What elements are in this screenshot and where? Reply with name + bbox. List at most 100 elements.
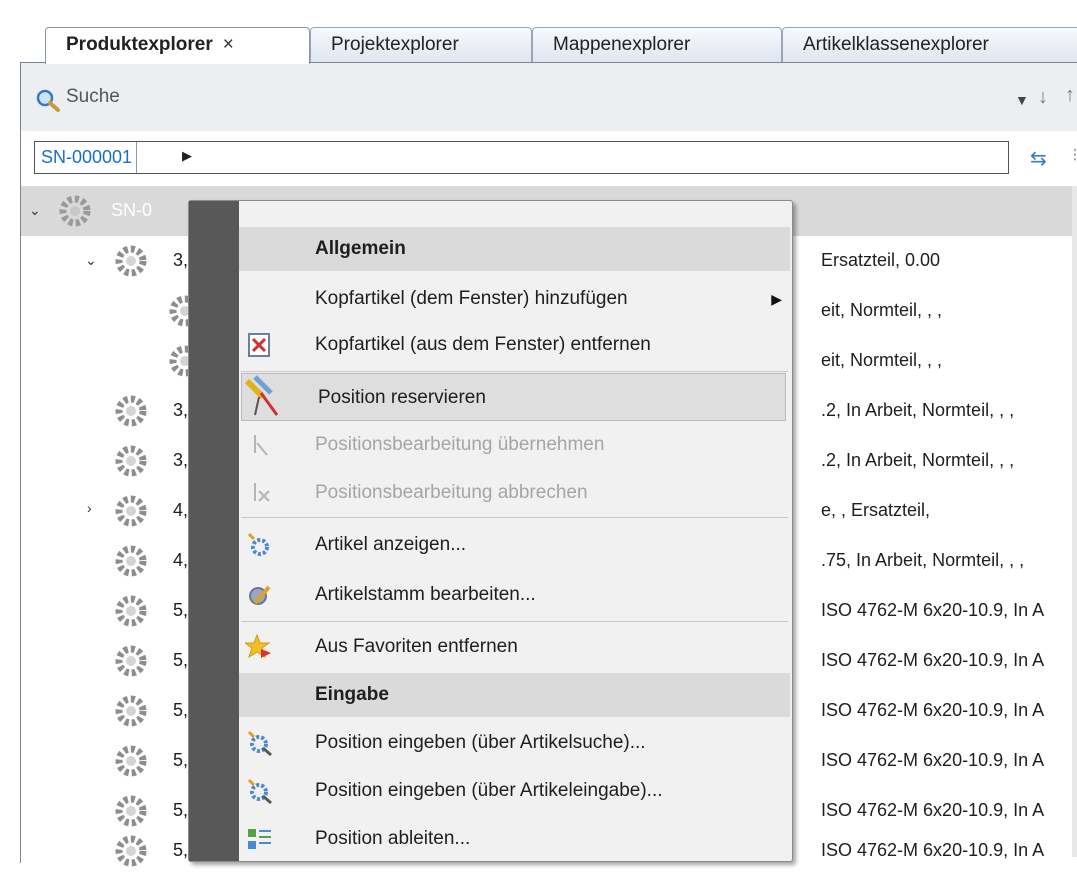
menu-item-label: Positionsbearbeitung abbrechen (315, 482, 588, 503)
tab-close-icon[interactable]: × (223, 34, 234, 55)
menu-separator (241, 517, 788, 518)
gear-icon (115, 545, 147, 577)
menu-item-add-head-item[interactable]: Kopfartikel (dem Fenster) hinzufügen ▶ (239, 275, 790, 323)
tree-node-detail: ISO 4762-M 6x20-10.9, In A (821, 840, 1045, 860)
options-icon[interactable]: ⋮ (1068, 146, 1077, 163)
menu-item-reserve-position[interactable]: Position reservieren (241, 373, 786, 421)
tab-produktexplorer[interactable]: Produktexplorer × (45, 27, 310, 64)
window-top-strip (0, 0, 1077, 22)
remove-item-icon (248, 333, 270, 357)
menu-item-enter-via-search[interactable]: Position eingeben (über Artikelsuche)... (239, 719, 790, 767)
menu-item-enter-via-input[interactable]: Position eingeben (über Artikeleingabe).… (239, 767, 790, 815)
tree-node-label: 5, (173, 600, 189, 620)
tree-node-label: 5, (173, 840, 189, 860)
tree-node-label: 5, (173, 800, 189, 820)
menu-item-derive-position[interactable]: Position ableiten... (239, 815, 790, 863)
tree-node-detail: ISO 4762-M 6x20-10.9, In A (821, 800, 1045, 820)
tree-node-label: SN-0 (111, 200, 153, 220)
chevron-right-icon[interactable]: › (87, 500, 92, 516)
tab-bar: Artikelklassenexplorer Mappenexplorer Pr… (0, 22, 1077, 64)
gear-icon (115, 745, 147, 777)
path-input[interactable] (34, 141, 1009, 174)
menu-item-remove-head-item[interactable]: Kopfartikel (aus dem Fenster) entfernen (239, 321, 790, 369)
menu-item-label: Kopfartikel (dem Fenster) hinzufügen (315, 288, 628, 309)
enter-search-icon (247, 730, 272, 757)
menu-item-show-item[interactable]: Artikel anzeigen... (239, 521, 790, 569)
sync-icon[interactable]: ⇆ (1030, 146, 1047, 171)
menu-section-header: Eingabe (239, 673, 790, 717)
tree-scrollbar[interactable] (1072, 186, 1077, 857)
tree-node-detail: .2, In Arbeit, Normteil, , , (821, 450, 1015, 470)
menu-separator (241, 621, 788, 622)
edit-master-icon (249, 585, 271, 605)
search-toolbar (21, 63, 1077, 131)
menu-item-edit-item-master[interactable]: Artikelstamm bearbeiten... (239, 571, 790, 619)
tab-artikelklassenexplorer[interactable]: Artikelklassenexplorer (782, 27, 1077, 62)
tab-label: Mappenexplorer (553, 34, 691, 55)
tree-node-detail: ISO 4762-M 6x20-10.9, In A (821, 700, 1045, 720)
chevron-down-icon[interactable]: ▼ (1015, 92, 1029, 108)
tab-label: Projektexplorer (331, 34, 459, 55)
tree-node-detail: eit, Normteil, , , (821, 350, 943, 370)
gear-icon (115, 695, 147, 727)
menu-item-remove-favorite[interactable]: Aus Favoriten entfernen (239, 623, 790, 671)
gear-icon (115, 595, 147, 627)
gear-icon (115, 395, 147, 427)
tree-node-label: 3, (173, 250, 189, 270)
tree-node-detail: eit, Normteil, , , (821, 300, 943, 320)
tree-node-label: 3, (173, 450, 189, 470)
menu-item-label: Aus Favoriten entfernen (315, 636, 518, 657)
breadcrumb-item[interactable]: SN-000001 (35, 142, 138, 173)
tab-label: Produktexplorer (66, 34, 213, 55)
show-item-icon (247, 532, 269, 556)
gear-icon (115, 245, 147, 277)
sort-descending-icon[interactable]: ↓ (1038, 86, 1048, 109)
menu-item-label: Position eingeben (über Artikelsuche)... (315, 732, 646, 753)
tree-node-detail: ISO 4762-M 6x20-10.9, In A (821, 750, 1045, 770)
gear-icon (115, 835, 147, 867)
menu-item-accept-editing[interactable]: Positionsbearbeitung übernehmen (239, 421, 790, 469)
enter-input-icon (247, 778, 272, 805)
menu-item-label: Artikelstamm bearbeiten... (315, 584, 536, 605)
tree-node-detail: Ersatzteil, 0.00 (821, 250, 941, 270)
menu-section-header: Allgemein (239, 227, 790, 271)
gear-icon (115, 795, 147, 827)
tab-mappenexplorer[interactable]: Mappenexplorer (532, 27, 782, 62)
menu-item-label: Position eingeben (über Artikeleingabe).… (315, 780, 663, 801)
menu-item-label: Position ableiten... (315, 828, 471, 849)
gear-icon (115, 645, 147, 677)
accept-edit-icon (254, 435, 268, 456)
chevron-down-icon[interactable]: ⌄ (85, 252, 97, 269)
chevron-down-icon[interactable]: ⌄ (29, 202, 41, 219)
tree-node-detail: ISO 4762-M 6x20-10.9, In A (821, 650, 1045, 670)
tree-node-detail: ISO 4762-M 6x20-10.9, In A (821, 600, 1045, 620)
sort-ascending-icon[interactable]: ↑ (1065, 84, 1075, 107)
context-menu: Allgemein Kopfartikel (dem Fenster) hinz… (188, 200, 793, 862)
tree-node-detail: .75, In Arbeit, Normteil, , , (821, 550, 1025, 570)
menu-icon-gutter (189, 201, 239, 861)
tree-node-label: 4, (173, 550, 189, 570)
reserve-position-icon (244, 375, 279, 416)
tree-node-label: 5, (173, 700, 189, 720)
menu-item-cancel-editing[interactable]: Positionsbearbeitung abbrechen (239, 469, 790, 517)
cancel-edit-icon (254, 483, 270, 502)
gear-icon (59, 195, 91, 227)
gear-icon (115, 495, 147, 527)
tree-node-label: 5, (173, 650, 189, 670)
tree-node-label: 5, (173, 750, 189, 770)
search-label[interactable]: Suche (66, 86, 120, 108)
menu-item-label: Artikel anzeigen... (315, 534, 467, 555)
derive-position-icon (248, 829, 271, 849)
menu-separator (241, 371, 788, 372)
search-icon[interactable] (35, 88, 61, 112)
tree-node-detail: .2, In Arbeit, Normteil, , , (821, 400, 1015, 420)
menu-item-label: Kopfartikel (aus dem Fenster) entfernen (315, 334, 651, 355)
tab-label: Artikelklassenexplorer (803, 34, 989, 55)
gear-icon (115, 445, 147, 477)
submenu-arrow-icon: ▶ (771, 291, 782, 307)
tree-node-label: 4, (173, 500, 189, 520)
tree-node-detail: e, , Ersatzteil, (821, 500, 931, 520)
favorite-remove-icon (245, 633, 271, 659)
breadcrumb-arrow-icon[interactable]: ▶ (182, 148, 192, 164)
tab-projektexplorer[interactable]: Projektexplorer (310, 27, 532, 62)
